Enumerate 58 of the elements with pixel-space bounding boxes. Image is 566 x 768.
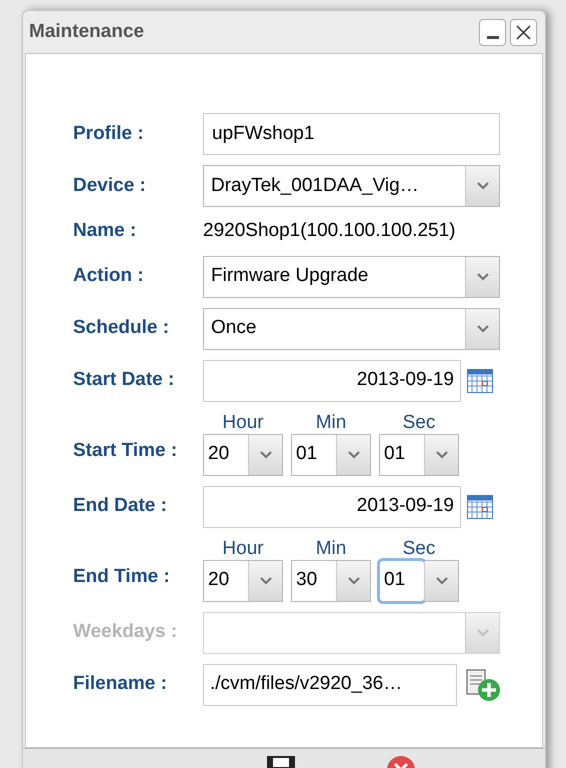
calendar-icon[interactable] [467, 494, 493, 518]
minimize-button[interactable] [479, 18, 506, 46]
close-button[interactable] [510, 18, 537, 46]
field-label: Filename : [73, 672, 168, 696]
chevron-down-icon [476, 628, 488, 636]
date-field[interactable]: 2013-09-19 [203, 486, 461, 528]
chevron-down-icon [476, 182, 488, 190]
field-label: Profile : [73, 122, 145, 146]
field-label: Start Date : [73, 368, 176, 392]
dropdown-arrow-button[interactable] [465, 308, 499, 348]
field-label: Name : [73, 219, 138, 243]
close-icon [516, 24, 531, 40]
chevron-down-icon [260, 450, 272, 458]
field-label: Action : [73, 264, 145, 288]
time-unit-label: Hour [222, 412, 264, 434]
dropdown-arrow-button[interactable] [248, 560, 282, 600]
add-file-icon[interactable] [465, 668, 501, 702]
minimize-icon [486, 36, 498, 38]
chevron-down-icon [348, 450, 360, 458]
dropdown-arrow-button[interactable] [336, 560, 370, 600]
time-unit-label: Sec [402, 412, 436, 434]
filename-field[interactable]: ./cvm/files/v2920_36… [203, 664, 457, 706]
time-dropdown[interactable]: 01 [379, 560, 459, 602]
date-field[interactable]: 2013-09-19 [203, 360, 461, 402]
chevron-down-icon [260, 576, 272, 584]
field-label: Start Time : [73, 439, 178, 463]
dropdown[interactable]: DrayTek_001DAA_Vig… [203, 165, 500, 207]
window-title: Maintenance [29, 20, 144, 44]
chevron-down-icon [348, 576, 360, 584]
dropdown-arrow-button[interactable] [465, 166, 499, 206]
calendar-icon[interactable] [467, 368, 493, 392]
time-dropdown[interactable]: 30 [291, 560, 371, 602]
time-unit-label: Sec [402, 538, 436, 560]
chevron-down-icon [476, 324, 488, 332]
dropdown-arrow-button[interactable] [465, 256, 499, 296]
field-label: End Date : [73, 494, 168, 518]
dropdown-arrow-button[interactable] [248, 434, 282, 474]
text-field[interactable]: upFWshop1 [203, 113, 500, 155]
time-dropdown[interactable]: 20 [203, 434, 283, 476]
time-unit-label: Min [316, 538, 346, 560]
field-label: End Time : [73, 565, 171, 589]
field-label: Schedule : [73, 316, 170, 340]
dropdown-arrow-button[interactable] [424, 434, 458, 474]
dropdown-arrow-button[interactable] [336, 434, 370, 474]
chevron-down-icon [476, 272, 488, 280]
dropdown[interactable]: Once [203, 308, 500, 350]
dropdown-arrow-button[interactable] [424, 560, 458, 600]
chevron-down-icon [436, 576, 448, 584]
time-dropdown[interactable]: 01 [379, 434, 459, 476]
time-dropdown[interactable]: 20 [203, 560, 283, 602]
time-unit-label: Hour [222, 538, 264, 560]
field-label: Weekdays : [73, 620, 178, 644]
name-value: 2920Shop1(100.100.100.251) [203, 219, 456, 243]
dropdown[interactable]: Firmware Upgrade [203, 256, 500, 298]
time-unit-label: Min [316, 412, 346, 434]
time-dropdown[interactable]: 01 [291, 434, 371, 476]
field-label: Device : [73, 174, 147, 198]
chevron-down-icon [436, 450, 448, 458]
